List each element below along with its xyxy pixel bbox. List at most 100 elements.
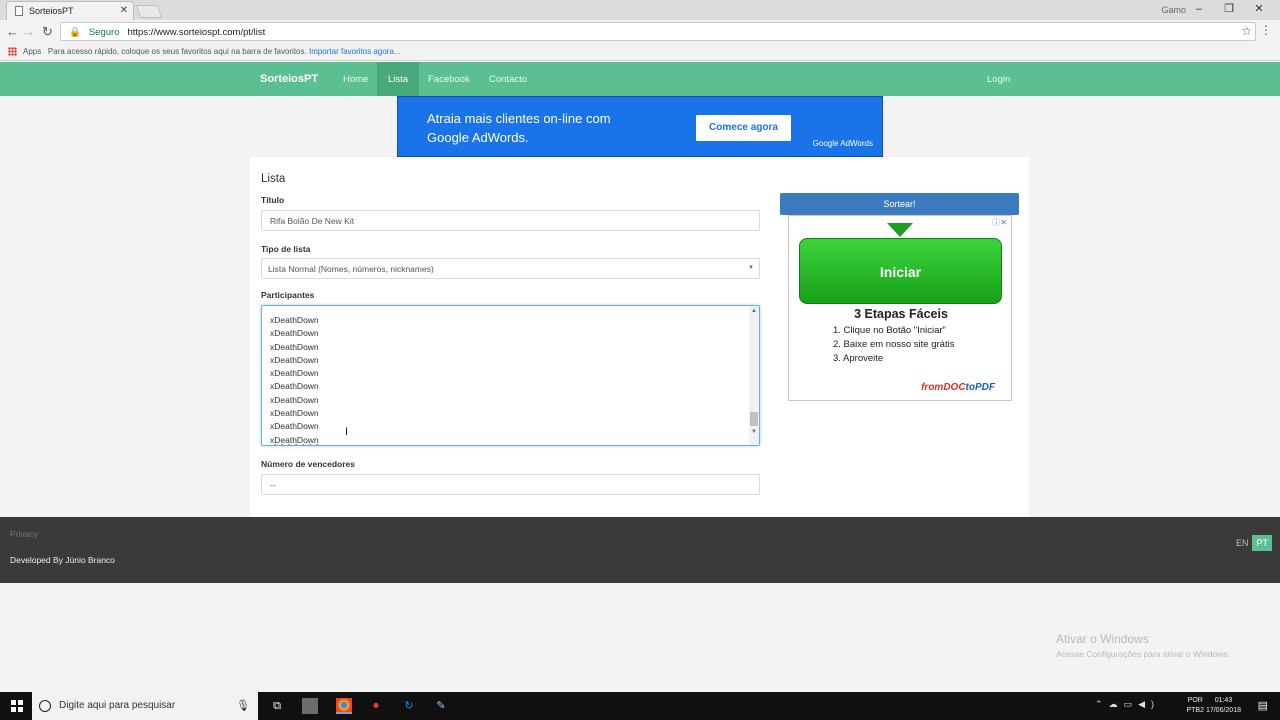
- browser-tab[interactable]: SorteiosPT ✕: [6, 1, 134, 20]
- windows-activation-watermark: Ativar o Windows Acesse Configurações pa…: [1056, 632, 1230, 659]
- close-window-icon[interactable]: ✕: [1244, 2, 1274, 15]
- lang-en[interactable]: EN: [1232, 535, 1253, 551]
- microphone-icon[interactable]: 🎙: [236, 699, 250, 712]
- scroll-down-icon[interactable]: ▼: [751, 429, 757, 435]
- participantes-list: xDeathDown xDeathDown xDeathDown xDeathD…: [270, 310, 319, 445]
- page-icon: [15, 6, 23, 16]
- secure-label: Seguro: [88, 27, 120, 38]
- participantes-label: Participantes: [261, 290, 315, 300]
- nav-facebook[interactable]: Facebook: [428, 62, 470, 96]
- windows-start-icon[interactable]: [11, 700, 23, 712]
- logo-part-b: toPDF: [965, 382, 995, 393]
- chevron-down-icon: ▼: [748, 265, 754, 271]
- lang-pt[interactable]: PT: [1252, 535, 1272, 551]
- restore-icon[interactable]: ❐: [1214, 2, 1244, 15]
- recorder-icon[interactable]: ⏺: [368, 698, 384, 714]
- list-item: xDeathDown: [270, 354, 319, 365]
- ad-text: Atraia mais clientes on-line com Google …: [427, 111, 611, 145]
- list-item: xDeathDown: [270, 421, 319, 432]
- apps-icon[interactable]: [8, 47, 17, 57]
- bookmarks-bar: Apps Para acesso rápido, coloque os seus…: [0, 44, 1280, 61]
- adchoices-close-icon[interactable]: ⓘ✕: [992, 217, 1007, 228]
- nav-login[interactable]: Login: [987, 62, 1010, 96]
- system-tray[interactable]: ⌃☁▭◀): [1095, 699, 1160, 710]
- windows-taskbar: Digite aqui para pesquisar 🎙 ⧉ ⏺ ↻ ✎ ⌃☁▭…: [0, 692, 1280, 720]
- bookmarks-hint: Para acesso rápido, coloque os seus favo…: [47, 47, 307, 56]
- notification-icon[interactable]: ▤: [1258, 699, 1268, 712]
- list-item: xDeathDown: [270, 408, 319, 419]
- form-heading: Lista: [261, 173, 286, 185]
- ad-steps: 1. Clique no Botão "Iniciar" 2. Baixe em…: [833, 324, 954, 366]
- forward-icon[interactable]: →: [22, 24, 35, 39]
- fromdoctopdf-logo: fromDOCtoPDF: [921, 382, 995, 393]
- site-brand[interactable]: SorteiosPT: [260, 73, 318, 85]
- developer-credit: Developed By Júnio Branco: [10, 555, 115, 565]
- ad-step: 2. Baixe em nosso site grátis: [833, 339, 955, 350]
- textarea-scrollbar[interactable]: ▲ ▼: [749, 306, 759, 445]
- clock-date: 17/06/2018: [1205, 707, 1241, 714]
- reload-icon[interactable]: ↻: [42, 24, 53, 40]
- list-form-card: Lista Título Rifa Bolão De New Kit Tipo …: [250, 157, 1029, 517]
- back-icon[interactable]: ←: [6, 24, 19, 39]
- lock-icon: 🔒: [69, 27, 81, 38]
- ad-cta-button[interactable]: Comece agora: [696, 115, 791, 141]
- chrome-icon[interactable]: [336, 698, 352, 714]
- apps-link[interactable]: Apps: [23, 47, 41, 56]
- vencedores-input[interactable]: --: [261, 474, 760, 495]
- minimize-icon[interactable]: –: [1184, 3, 1214, 15]
- window-user[interactable]: Gamo: [1161, 5, 1186, 15]
- privacy-link[interactable]: Privacy: [10, 529, 38, 539]
- list-item: xDeathDown: [270, 394, 319, 405]
- adwords-banner[interactable]: Atraia mais clientes on-line com Google …: [397, 96, 883, 157]
- list-item: xDeathDown: [270, 381, 319, 392]
- notepad-icon[interactable]: ✎: [433, 698, 449, 714]
- taskbar-search[interactable]: Digite aqui para pesquisar 🎙: [32, 692, 258, 720]
- bookmark-star-icon[interactable]: ☆: [1241, 24, 1252, 38]
- tipo-label: Tipo de lista: [261, 244, 311, 254]
- list-item: xDeathDown: [270, 315, 319, 325]
- adwords-logo: Google AdWords: [812, 139, 873, 148]
- nav-contacto[interactable]: Contacto: [489, 62, 527, 96]
- scroll-thumb[interactable]: [750, 412, 758, 426]
- logo-part-a: fromDOC: [921, 382, 966, 393]
- tipo-select[interactable]: Lista Normal (Nomes, números, nicknames)…: [261, 258, 760, 279]
- tab-close-icon[interactable]: ✕: [120, 5, 128, 16]
- site-footer: Privacy Developed By Júnio Branco EN PT: [0, 517, 1280, 583]
- ad-heading: 3 Etapas Fáceis: [854, 307, 948, 321]
- scroll-up-icon[interactable]: ▲: [751, 308, 757, 314]
- address-bar[interactable]: 🔒 Seguro https://www.sorteiospt.com/pt/lis…: [60, 22, 1256, 41]
- site-navbar: SorteiosPT Home Lista Facebook Contacto …: [0, 62, 1280, 96]
- nav-lista[interactable]: Lista: [377, 62, 420, 96]
- browser-tab-bar: SorteiosPT ✕ Gamo – ❐ ✕: [0, 0, 1280, 20]
- vencedores-label: Número de vencedores: [261, 459, 356, 469]
- list-item: xDeathDown: [270, 434, 319, 445]
- url-text: https://www.sorteiospt.com/pt/list: [127, 27, 266, 38]
- system-clock[interactable]: 01:43 17/06/2018: [1206, 696, 1241, 716]
- watermark-subtitle: Acesse Configurações para ativar o Windo…: [1056, 649, 1230, 659]
- window-controls: – ❐ ✕: [1184, 2, 1274, 15]
- tipo-selected: Lista Normal (Nomes, números, nicknames): [268, 264, 434, 274]
- taskbar-search-placeholder: Digite aqui para pesquisar: [59, 700, 176, 711]
- list-item: xDeathDown: [270, 368, 319, 379]
- import-bookmarks-link[interactable]: Importar favoritos agora...: [309, 47, 401, 56]
- menu-icon[interactable]: ⋮: [1260, 23, 1272, 37]
- sortear-button[interactable]: Sortear!: [780, 193, 1019, 215]
- new-tab-button[interactable]: [135, 5, 163, 18]
- clock-time: 01:43: [1214, 697, 1233, 704]
- side-ad[interactable]: ⓘ✕ Iniciar 3 Etapas Fáceis 1. Clique no …: [788, 215, 1012, 401]
- arrow-down-icon: [887, 223, 913, 237]
- titulo-label: Título: [261, 195, 285, 205]
- titulo-input[interactable]: Rifa Bolão De New Kit: [261, 210, 760, 231]
- cortana-icon: [39, 700, 51, 712]
- input-language[interactable]: POR PTB2: [1186, 696, 1204, 716]
- nav-home[interactable]: Home: [343, 62, 368, 96]
- ad-iniciar-button[interactable]: Iniciar: [799, 238, 1002, 304]
- watermark-title: Ativar o Windows: [1056, 632, 1149, 646]
- refresh-app-icon[interactable]: ↻: [401, 698, 417, 714]
- ad-step: 1. Clique no Botão "Iniciar": [833, 325, 946, 336]
- app-icon[interactable]: [302, 698, 318, 714]
- list-item: xDeathDown: [270, 341, 319, 352]
- task-view-icon[interactable]: ⧉: [269, 698, 285, 714]
- participantes-textarea[interactable]: xDeathDown xDeathDown xDeathDown xDeathD…: [261, 305, 760, 446]
- lang-code: POR: [1187, 697, 1203, 704]
